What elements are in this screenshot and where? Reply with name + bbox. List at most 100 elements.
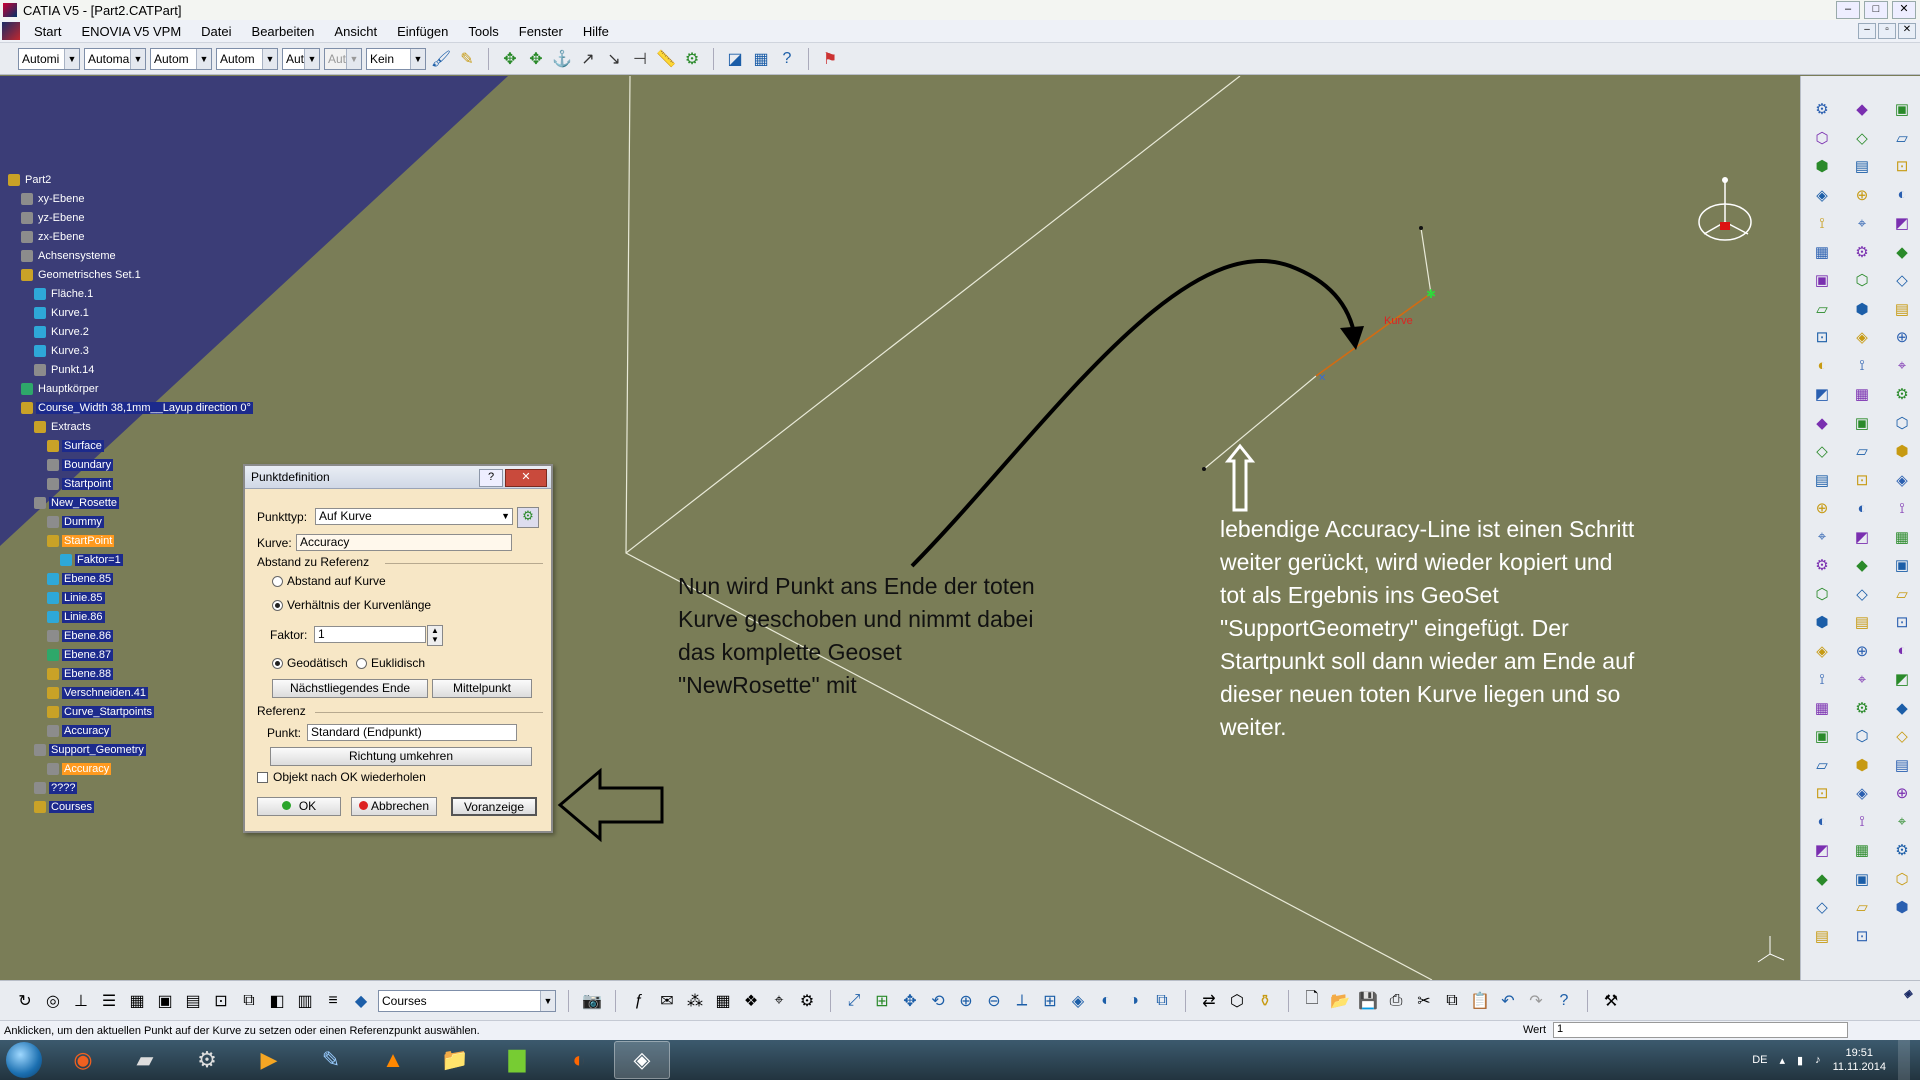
workbench-tool-icon[interactable]: ◐ [1811, 811, 1833, 833]
workbench-tool-icon[interactable]: ◩ [1851, 526, 1873, 548]
workbench-tool-icon[interactable]: ⚙ [1811, 554, 1833, 576]
rotate-icon[interactable]: ⟲ [927, 990, 949, 1012]
tree-item[interactable]: Curve_Startpoints [47, 704, 155, 719]
zoom-in-icon[interactable]: ⊕ [955, 990, 977, 1012]
iso-view-icon[interactable]: ◈ [1067, 990, 1089, 1012]
pan-icon[interactable]: ✥ [899, 990, 921, 1012]
combo-layer[interactable]: Kein ▼ [366, 47, 426, 70]
tree-item[interactable]: Linie.86 [47, 609, 105, 624]
workbench-tool-icon[interactable]: ◆ [1851, 554, 1873, 576]
workbench-tool-icon[interactable]: ◩ [1891, 212, 1913, 234]
knowledge-icon[interactable]: ⚑ [819, 48, 841, 70]
workbench-tool-icon[interactable]: ▦ [1891, 526, 1913, 548]
workbench-tool-icon[interactable]: ⚙ [1851, 241, 1873, 263]
workbench-tool-icon[interactable]: ⚙ [1811, 98, 1833, 120]
ok-button[interactable]: OK [257, 797, 341, 816]
workbench-tool-icon[interactable]: ⟟ [1891, 497, 1913, 519]
tray-expand-icon[interactable]: ▴ [1779, 1054, 1785, 1067]
table-icon[interactable]: ▦ [712, 990, 734, 1012]
ordered-set-icon[interactable]: ≡ [322, 990, 344, 1012]
workbench-tool-icon[interactable]: ⊕ [1851, 184, 1873, 206]
taskbar-app-media-icon[interactable]: ▶ [242, 1042, 296, 1078]
multi-view-icon[interactable]: ⊞ [1039, 990, 1061, 1012]
analysis-icon[interactable]: ⚙ [681, 48, 703, 70]
zoom-out-icon[interactable]: ⊖ [983, 990, 1005, 1012]
volume-icon[interactable]: ♪ [1815, 1054, 1821, 1066]
help-icon[interactable]: ? [1553, 990, 1575, 1012]
workbench-tool-icon[interactable]: ⬢ [1851, 754, 1873, 776]
tree-item[interactable]: Hauptkörper [21, 381, 101, 396]
show-desktop-button[interactable] [1898, 1040, 1910, 1080]
workbench-tool-icon[interactable]: ▦ [1811, 697, 1833, 719]
mittelpunkt-button[interactable]: Mittelpunkt [432, 679, 532, 698]
abbrechen-button[interactable]: Abbrechen [351, 797, 437, 816]
workbench-tool-icon[interactable]: ⌖ [1891, 811, 1913, 833]
tree-item[interactable]: Dummy [47, 514, 104, 529]
copy-format-icon[interactable]: ✎ [456, 48, 478, 70]
workbench-tool-icon[interactable]: ⌖ [1851, 212, 1873, 234]
rule-icon[interactable]: ⁂ [684, 990, 706, 1012]
workbench-tool-icon[interactable]: ◐ [1851, 497, 1873, 519]
workbench-tool-icon[interactable]: ▱ [1891, 127, 1913, 149]
apply-material-icon[interactable]: ⇄ [1198, 990, 1220, 1012]
close-window-button[interactable]: ✕ [1892, 1, 1916, 19]
workbench-tool-icon[interactable]: ⬢ [1811, 155, 1833, 177]
tree-item[interactable]: StartPoint [47, 533, 115, 548]
start-button[interactable] [6, 1042, 42, 1078]
punkt-field[interactable]: Standard (Endpunkt) [307, 724, 517, 741]
tree-item[interactable]: Kurve.2 [34, 324, 91, 339]
geoset-icon[interactable]: ▤ [182, 990, 204, 1012]
tree-item[interactable]: Accuracy [47, 723, 112, 738]
menu-fenster[interactable]: Fenster [509, 24, 573, 39]
workbench-tool-icon[interactable]: ◇ [1811, 896, 1833, 918]
tree-item[interactable]: ???? [34, 780, 78, 795]
workbench-tool-icon[interactable]: ⟟ [1811, 668, 1833, 690]
workbench-tool-icon[interactable]: ◆ [1811, 868, 1833, 890]
tree-item[interactable]: Achsensysteme [21, 248, 118, 263]
language-indicator[interactable]: DE [1752, 1054, 1767, 1066]
tree-item[interactable]: Kurve.1 [34, 305, 91, 320]
dialog-help-button[interactable]: ? [479, 469, 503, 487]
workbench-tool-icon[interactable]: ⬢ [1851, 298, 1873, 320]
workbench-tool-icon[interactable]: ⟟ [1811, 212, 1833, 234]
tree-item[interactable]: Ebene.85 [47, 571, 114, 586]
doc-close-button[interactable]: ✕ [1898, 23, 1916, 39]
kurve-field[interactable]: Accuracy [296, 534, 512, 551]
tree-icon[interactable]: ☰ [98, 990, 120, 1012]
workbench-tool-icon[interactable]: ⊡ [1811, 782, 1833, 804]
taskbar-app-explorer-icon[interactable]: 📁 [428, 1042, 482, 1078]
measure-icon[interactable]: ⌖ [768, 990, 790, 1012]
workbench-tool-icon[interactable]: ◇ [1851, 127, 1873, 149]
workbench-tool-icon[interactable]: ◇ [1891, 725, 1913, 747]
radio-verhaeltnis[interactable] [272, 600, 283, 611]
open-file-icon[interactable]: 📂 [1329, 990, 1351, 1012]
network-icon[interactable]: ▮ [1797, 1054, 1803, 1067]
workbench-tool-icon[interactable]: ⬡ [1851, 725, 1873, 747]
workbench-tool-icon[interactable]: ⬢ [1811, 611, 1833, 633]
menu-enovia[interactable]: ENOVIA V5 VPM [71, 24, 191, 39]
workbench-tool-icon[interactable]: ▤ [1851, 155, 1873, 177]
taskbar-app-vlc-icon[interactable]: ▲ [366, 1042, 420, 1078]
dimension-icon[interactable]: ⊣ [629, 48, 651, 70]
workbench-tool-icon[interactable]: ▱ [1851, 896, 1873, 918]
undo-icon[interactable]: ↶ [1497, 990, 1519, 1012]
catalog-icon[interactable]: ▦ [750, 48, 772, 70]
maximize-button[interactable]: □ [1864, 1, 1888, 19]
print-icon[interactable]: ⎙ [1385, 990, 1407, 1012]
snap-icon[interactable]: ✥ [525, 48, 547, 70]
work-object-combo[interactable]: Courses ▼ [378, 989, 556, 1012]
combo-transparency[interactable]: Automa ▼ [84, 47, 146, 70]
objekt-wiederholen-checkbox[interactable] [257, 772, 268, 783]
paste-icon[interactable]: 📋 [1469, 990, 1491, 1012]
axis-icon[interactable]: ↘ [603, 48, 625, 70]
save-icon[interactable]: 💾 [1357, 990, 1379, 1012]
sketch-icon[interactable]: ◪ [724, 48, 746, 70]
tree-item[interactable]: Course_Width 38,1mm__Layup direction 0° [21, 400, 253, 415]
tree-item[interactable]: Ebene.88 [47, 666, 114, 681]
doc-restore-button[interactable]: ▫ [1878, 23, 1896, 39]
workbench-tool-icon[interactable]: ⊕ [1891, 782, 1913, 804]
tree-item[interactable]: Ebene.87 [47, 647, 114, 662]
redo-icon[interactable]: ↷ [1525, 990, 1547, 1012]
copy-icon[interactable]: ⧉ [238, 990, 260, 1012]
axis-system-icon[interactable]: ⊥ [70, 990, 92, 1012]
